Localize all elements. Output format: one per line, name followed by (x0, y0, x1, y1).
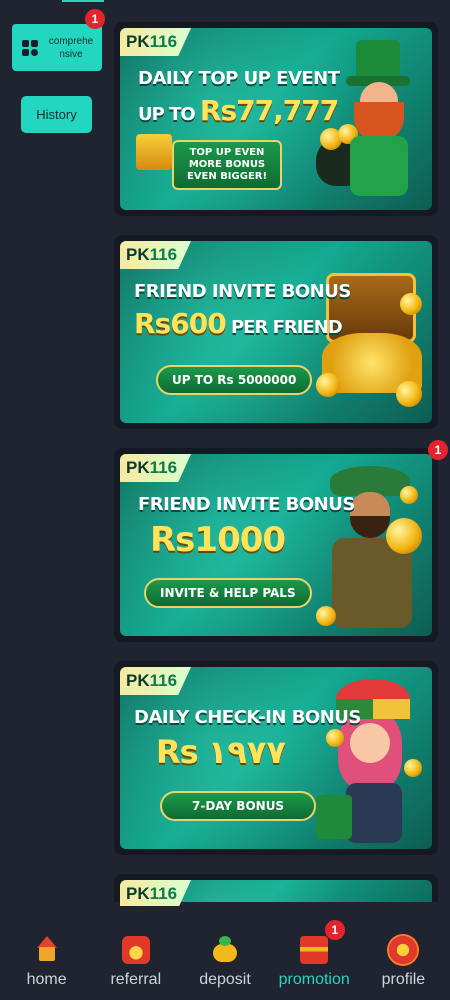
nav-label: referral (110, 971, 162, 988)
promo-banner-friend-invite-1000[interactable]: 1 PK 116 FRIEND INVITE BONUS Rs1000 INVIT… (114, 440, 448, 642)
banner-amount: UP TO Rs77,777 (138, 94, 339, 127)
banner-amount: Rs1000 (150, 520, 286, 560)
gift-box-image (136, 134, 172, 170)
banner-cta: UP TO Rs 5000000 (156, 365, 313, 395)
brand-logo: PK 116 (120, 28, 192, 56)
banner-amount: Rs ۱۹۷۷ (156, 733, 287, 771)
nav-item-referral[interactable]: referral (91, 902, 180, 1000)
banner-cta: INVITE & HELP PALS (144, 578, 312, 608)
nav-label: home (26, 971, 67, 988)
brand-logo: PK 116 (120, 241, 192, 269)
banner-cta: 7-DAY BONUS (160, 791, 317, 821)
bottom-navigation: home referral deposit 1 promotion profil… (0, 902, 450, 1000)
grid-icon (22, 39, 38, 56)
nav-label: promotion (278, 971, 350, 988)
deposit-icon (211, 936, 239, 964)
banner-amount: Rs600 PER FRIEND (134, 307, 343, 340)
promotion-icon (300, 936, 329, 964)
home-icon (33, 936, 61, 964)
brand-logo: PK 116 (120, 667, 192, 695)
promotion-list: PK 116 DAILY TOP UP EVENT UP TO Rs77,777 … (114, 22, 448, 925)
referral-icon (121, 936, 150, 964)
banner-title: DAILY TOP UP EVENT (138, 68, 340, 89)
category-tab-label: comprehe nsive (48, 35, 94, 60)
jester-girl-image (316, 679, 426, 849)
nav-item-profile[interactable]: profile (359, 902, 448, 1000)
nav-label: deposit (199, 971, 251, 988)
banner-cta: TOP UP EVEN MORE BONUS EVEN BIGGER! (172, 140, 282, 190)
brand-logo: PK 116 (120, 880, 192, 906)
profile-icon (389, 936, 418, 964)
banner-title: DAILY CHECK-IN BONUS (134, 707, 361, 728)
active-tab-indicator (62, 0, 104, 2)
promo-banner-daily-top-up[interactable]: PK 116 DAILY TOP UP EVENT UP TO Rs77,777 … (114, 22, 438, 216)
notification-badge: 1 (85, 9, 105, 29)
nav-label: profile (381, 971, 426, 988)
nav-item-home[interactable]: home (2, 902, 91, 1000)
history-button[interactable]: History (21, 96, 92, 133)
category-tab-comprehensive[interactable]: comprehe nsive 1 (12, 9, 105, 71)
notification-badge: 1 (324, 920, 345, 940)
nav-item-deposit[interactable]: deposit (180, 902, 269, 1000)
promo-banner-friend-invite-600[interactable]: PK 116 FRIEND INVITE BONUS Rs600 PER FRIE… (114, 235, 438, 429)
notification-badge: 1 (428, 440, 448, 460)
promo-banner-daily-check-in[interactable]: PK 116 DAILY CHECK-IN BONUS Rs ۱۹۷۷ 7-DAY… (114, 661, 438, 855)
banner-title: FRIEND INVITE BONUS (138, 494, 355, 515)
brand-logo: PK 116 (120, 454, 192, 482)
banner-title: FRIEND INVITE BONUS (134, 281, 351, 302)
pirate-image (316, 466, 426, 636)
nav-item-promotion[interactable]: 1 promotion (270, 902, 359, 1000)
